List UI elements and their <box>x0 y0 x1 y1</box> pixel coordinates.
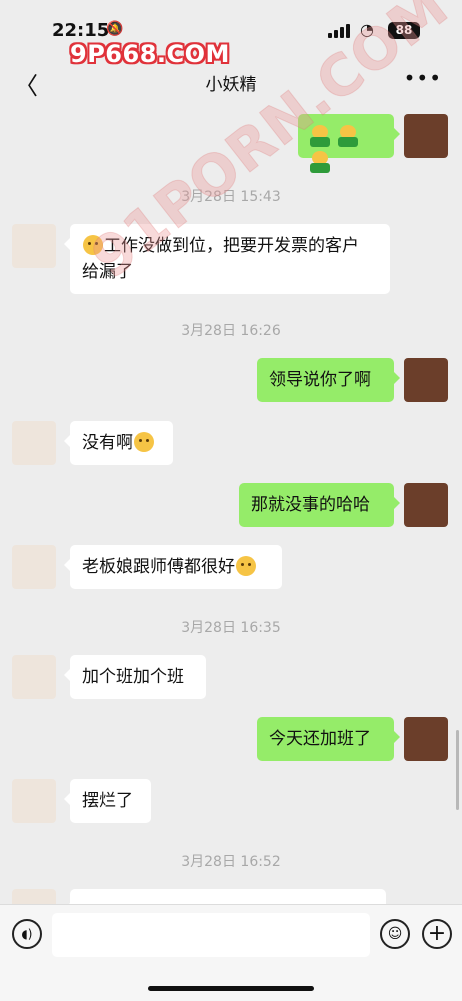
contact-avatar[interactable] <box>12 421 56 465</box>
my-avatar[interactable] <box>404 358 448 402</box>
battery-indicator: 88 <box>388 22 420 39</box>
message-bubble-sent[interactable]: 今天还加班了 <box>257 717 400 761</box>
voice-icon[interactable]: ◖) <box>12 919 42 949</box>
contact-avatar[interactable] <box>12 224 56 268</box>
signal-icon <box>328 24 352 38</box>
my-avatar[interactable] <box>404 114 448 158</box>
message-bubble-received[interactable]: 摆烂了 <box>64 779 151 823</box>
sad-face-emoji-icon <box>83 235 103 255</box>
timestamp: 3月28日 15:43 <box>181 189 281 205</box>
ellipsis-icon[interactable]: ••• <box>404 66 442 90</box>
message-text: 那就没事的哈哈 <box>251 495 370 515</box>
message-bubble-received[interactable]: 加个班加个班 <box>64 655 206 699</box>
home-indicator <box>148 986 314 991</box>
message-text: 老板娘跟师傅都很好 <box>82 557 235 577</box>
message-text: 今天还加班了 <box>269 729 371 749</box>
message-text: 工作没做到位，把要开发票的客户 <box>104 236 359 256</box>
frog-emoji-icon <box>338 125 358 147</box>
message-text: 加个班加个班 <box>82 667 184 687</box>
message-bubble-sent[interactable]: 领导说你了啊 <box>257 358 400 402</box>
emoji-icon[interactable]: ☺ <box>380 919 410 949</box>
message-text: 没有啊 <box>82 433 133 453</box>
message-bubble-received[interactable]: 老板娘跟师傅都很好 <box>64 545 282 589</box>
wifi-icon: ◔ <box>360 20 374 39</box>
timestamp: 3月28日 16:35 <box>181 620 281 636</box>
bell-slash-icon: 🔕 <box>106 21 124 37</box>
plus-icon[interactable]: + <box>422 919 452 949</box>
my-avatar[interactable] <box>404 483 448 527</box>
contact-avatar[interactable] <box>12 779 56 823</box>
message-bubble-sent[interactable] <box>298 114 400 173</box>
message-input[interactable] <box>52 913 370 957</box>
frog-emoji-icon <box>310 151 330 173</box>
smiling-face-emoji-icon <box>236 556 256 576</box>
message-bubble-sent[interactable]: 那就没事的哈哈 <box>239 483 400 527</box>
contact-avatar[interactable] <box>12 545 56 589</box>
status-time: 22:15 <box>52 20 110 41</box>
scrollbar[interactable] <box>456 730 459 810</box>
message-text: 摆烂了 <box>82 791 133 811</box>
timestamp: 3月28日 16:26 <box>181 323 281 339</box>
chat-title: 小妖精 <box>205 75 257 95</box>
message-bubble-received[interactable]: 没有啊 <box>64 421 173 465</box>
message-text: 给漏了 <box>82 262 133 282</box>
frog-emoji-icon <box>310 125 330 147</box>
thinking-face-emoji-icon <box>134 432 154 452</box>
my-avatar[interactable] <box>404 717 448 761</box>
timestamp: 3月28日 16:52 <box>181 854 281 870</box>
message-bubble-received[interactable]: 工作没做到位，把要开发票的客户 给漏了 <box>64 224 390 294</box>
contact-avatar[interactable] <box>12 655 56 699</box>
message-text: 领导说你了啊 <box>269 370 371 390</box>
chat-header: 〈 小妖精 ••• <box>0 56 462 108</box>
